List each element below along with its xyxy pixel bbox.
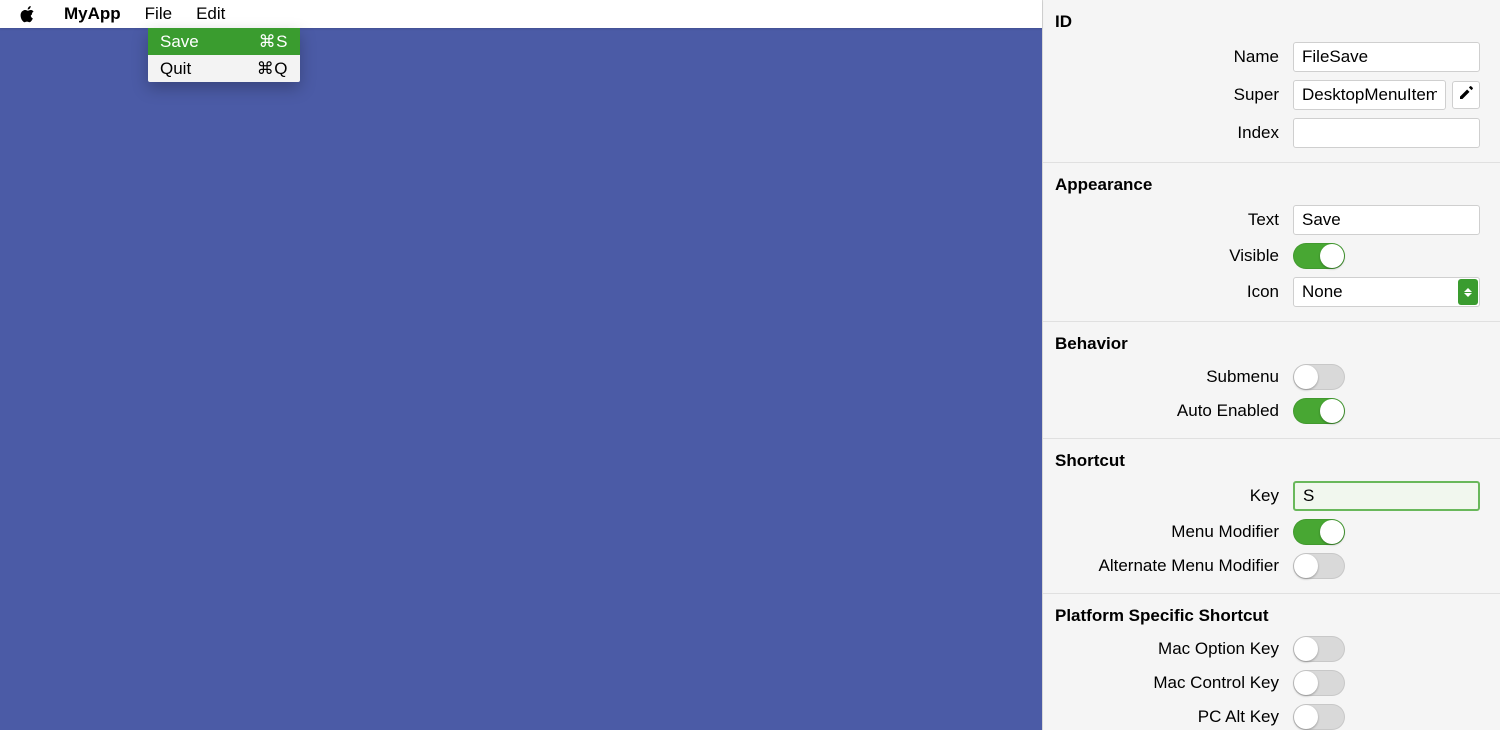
menubar: MyApp File Edit [0, 0, 1042, 28]
file-menu-row-save[interactable]: Save ⌘S [148, 28, 300, 55]
menubar-item-file[interactable]: File [133, 0, 184, 28]
menu-item-label: Quit [160, 57, 191, 80]
pencil-icon [1458, 85, 1474, 106]
section-appearance-title: Appearance [1043, 167, 1500, 201]
label-submenu: Submenu [1043, 367, 1293, 387]
section-id: ID Name Super Index [1043, 0, 1500, 163]
label-index: Index [1043, 123, 1293, 143]
label-visible: Visible [1043, 246, 1293, 266]
label-altmenumod: Alternate Menu Modifier [1043, 556, 1293, 576]
super-edit-button[interactable] [1452, 81, 1480, 109]
label-key: Key [1043, 486, 1293, 506]
label-name: Name [1043, 47, 1293, 67]
label-pcalt: PC Alt Key [1043, 707, 1293, 727]
super-field[interactable] [1293, 80, 1446, 110]
menubar-item-edit[interactable]: Edit [184, 0, 237, 28]
name-field[interactable] [1293, 42, 1480, 72]
label-macctrl: Mac Control Key [1043, 673, 1293, 693]
submenu-toggle[interactable] [1293, 364, 1345, 390]
menu-item-label: Save [160, 30, 199, 53]
file-menu-row-quit[interactable]: Quit ⌘Q [148, 55, 300, 82]
label-icon: Icon [1043, 282, 1293, 302]
select-caret-icon[interactable] [1458, 279, 1478, 305]
macopt-toggle[interactable] [1293, 636, 1345, 662]
label-menumod: Menu Modifier [1043, 522, 1293, 542]
label-autoenabled: Auto Enabled [1043, 401, 1293, 421]
menu-item-shortcut: ⌘Q [257, 57, 288, 80]
app-preview-canvas: MyApp File Edit Save ⌘S Quit ⌘Q [0, 0, 1042, 730]
section-behavior-title: Behavior [1043, 326, 1500, 360]
file-menu-dropdown: Save ⌘S Quit ⌘Q [148, 28, 300, 82]
label-super: Super [1043, 85, 1293, 105]
altmenumod-toggle[interactable] [1293, 553, 1345, 579]
menu-item-shortcut: ⌘S [259, 30, 288, 53]
section-platform: Platform Specific Shortcut Mac Option Ke… [1043, 594, 1500, 730]
label-text: Text [1043, 210, 1293, 230]
apple-logo-icon [18, 5, 36, 23]
key-field[interactable] [1293, 481, 1480, 511]
section-behavior: Behavior Submenu Auto Enabled [1043, 322, 1500, 439]
section-platform-title: Platform Specific Shortcut [1043, 598, 1500, 632]
section-appearance: Appearance Text Visible Icon [1043, 163, 1500, 322]
inspector-panel: ID Name Super Index Appearance [1042, 0, 1500, 730]
section-id-title: ID [1043, 4, 1500, 38]
icon-select[interactable] [1293, 277, 1480, 307]
label-macopt: Mac Option Key [1043, 639, 1293, 659]
menumod-toggle[interactable] [1293, 519, 1345, 545]
section-shortcut-title: Shortcut [1043, 443, 1500, 477]
menubar-app-name[interactable]: MyApp [52, 0, 133, 28]
text-field[interactable] [1293, 205, 1480, 235]
section-shortcut: Shortcut Key Menu Modifier Alternate Men… [1043, 439, 1500, 594]
autoenabled-toggle[interactable] [1293, 398, 1345, 424]
macctrl-toggle[interactable] [1293, 670, 1345, 696]
pcalt-toggle[interactable] [1293, 704, 1345, 730]
visible-toggle[interactable] [1293, 243, 1345, 269]
index-field[interactable] [1293, 118, 1480, 148]
